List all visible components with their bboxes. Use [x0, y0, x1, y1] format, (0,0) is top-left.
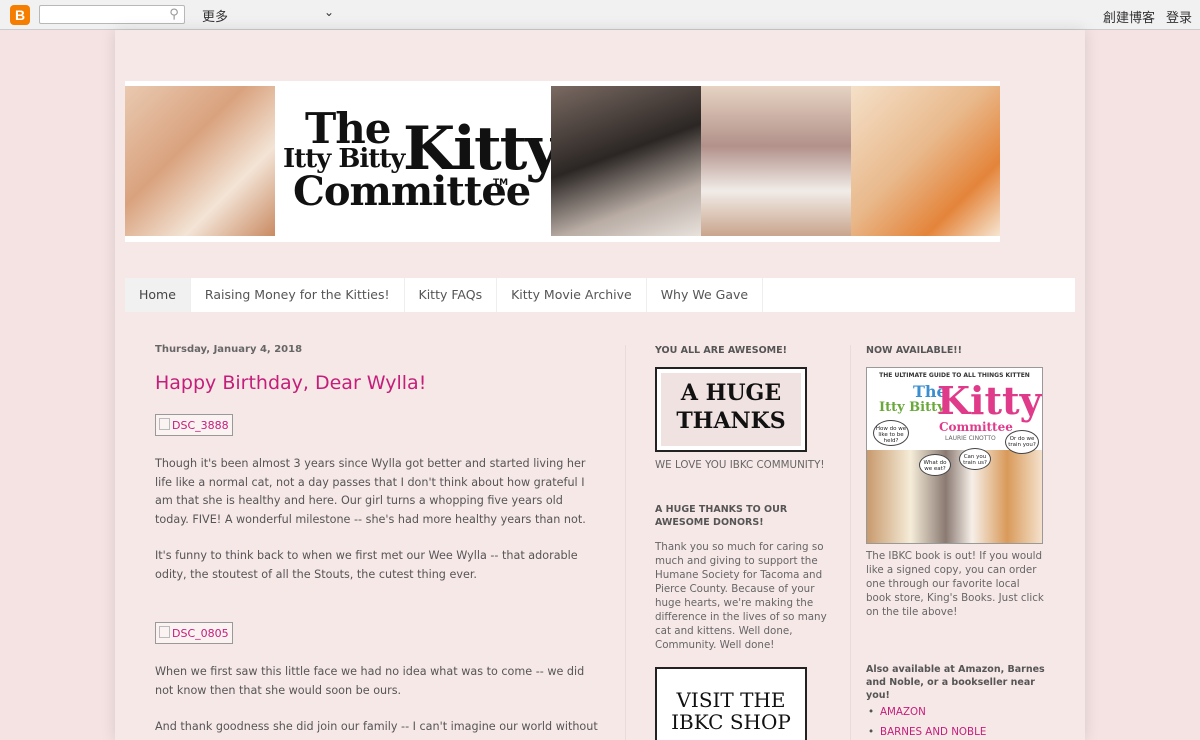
post-date: Thursday, January 4, 2018: [155, 344, 303, 355]
header-banner[interactable]: The Itty Bitty Kitty Committee TM: [125, 81, 1000, 242]
ibkc-shop-image[interactable]: VISIT THE IBKC SHOP: [655, 667, 807, 740]
orange-kitten-photo: [851, 86, 1000, 236]
link-amazon[interactable]: AMAZON: [865, 702, 986, 722]
sidebar-heading: A HUGE THANKS TO OUR AWESOME DONORS!: [655, 504, 788, 528]
speech-bubble: What do we eat?: [919, 454, 951, 476]
tab-movie-archive[interactable]: Kitty Movie Archive: [497, 278, 647, 312]
column-divider: [850, 345, 851, 740]
sidebar-heading: Also available at Amazon, Barnes and Nob…: [866, 664, 1045, 701]
blogger-navbar: B ⚲ 更多 ⌄ 創建博客 登录: [0, 0, 1200, 30]
sidebar-caption: WE LOVE YOU IBKC COMMUNITY!: [655, 459, 825, 471]
book-title-kitty: Kitty: [937, 378, 1042, 423]
post-image-link[interactable]: DSC_3888: [155, 414, 233, 436]
tab-kitty-faqs[interactable]: Kitty FAQs: [405, 278, 498, 312]
post-paragraph: It's funny to think back to when we firs…: [155, 549, 578, 581]
site-logo: The Itty Bitty Kitty Committee TM: [275, 86, 560, 236]
huge-thanks-image[interactable]: A HUGE THANKS: [655, 367, 807, 452]
book-title-itty: Itty Bitty: [879, 400, 945, 415]
page-container: The Itty Bitty Kitty Committee TM Home R…: [115, 30, 1085, 740]
post-paragraph: When we first saw this little face we ha…: [155, 665, 585, 697]
thanks-line: A HUGE: [680, 380, 782, 406]
sidebar-heading: NOW AVAILABLE!!: [866, 345, 962, 356]
sidebar-heading: YOU ALL ARE AWESOME!: [655, 345, 787, 356]
chevron-down-icon[interactable]: ⌄: [324, 5, 334, 19]
speech-bubble: How do we like to be held?: [873, 420, 909, 446]
logo-trademark: TM: [493, 178, 509, 188]
speech-bubble: Or do we train you?: [1005, 430, 1039, 454]
tab-navigation: Home Raising Money for the Kitties! Kitt…: [125, 278, 1075, 312]
search-icon[interactable]: ⚲: [165, 6, 183, 23]
speech-bubble: Can you train us?: [959, 448, 991, 470]
book-cover-image[interactable]: THE ULTIMATE GUIDE TO ALL THINGS KITTEN …: [866, 367, 1043, 544]
kittens-photo: [125, 86, 275, 236]
column-divider: [625, 345, 626, 740]
login-link[interactable]: 登录: [1166, 7, 1192, 26]
shop-line: VISIT THE: [676, 688, 786, 712]
search-input[interactable]: ⚲: [39, 5, 185, 24]
post-title[interactable]: Happy Birthday, Dear Wylla!: [155, 372, 426, 394]
two-kittens-photo: [701, 86, 851, 236]
tab-home[interactable]: Home: [125, 278, 191, 312]
tab-why-we-gave[interactable]: Why We Gave: [647, 278, 764, 312]
post-paragraph: Though it's been almost 3 years since Wy…: [155, 457, 586, 526]
black-kitten-photo: [551, 86, 701, 236]
logo-committee: Committee: [293, 168, 531, 215]
link-barnes-and-noble[interactable]: BARNES AND NOBLE: [865, 722, 986, 740]
create-blog-link[interactable]: 創建博客: [1103, 7, 1155, 26]
retailer-links: AMAZON BARNES AND NOBLE: [865, 702, 986, 740]
tab-raising-money[interactable]: Raising Money for the Kitties!: [191, 278, 405, 312]
sidebar-text: Thank you so much for caring so much and…: [655, 541, 827, 651]
book-author: LAURIE CINOTTO: [945, 435, 996, 442]
thanks-line: THANKS: [676, 408, 786, 434]
blogger-logo-icon[interactable]: B: [10, 5, 30, 25]
more-menu[interactable]: 更多: [202, 6, 228, 25]
shop-line: IBKC SHOP: [671, 710, 791, 734]
sidebar-text: The IBKC book is out! If you would like …: [866, 550, 1044, 618]
book-title-committee: Committee: [939, 420, 1013, 434]
post-image-link[interactable]: DSC_0805: [155, 622, 233, 644]
post-paragraph: And thank goodness she did join our fami…: [155, 720, 598, 740]
book-kittens-photo: [867, 450, 1042, 543]
